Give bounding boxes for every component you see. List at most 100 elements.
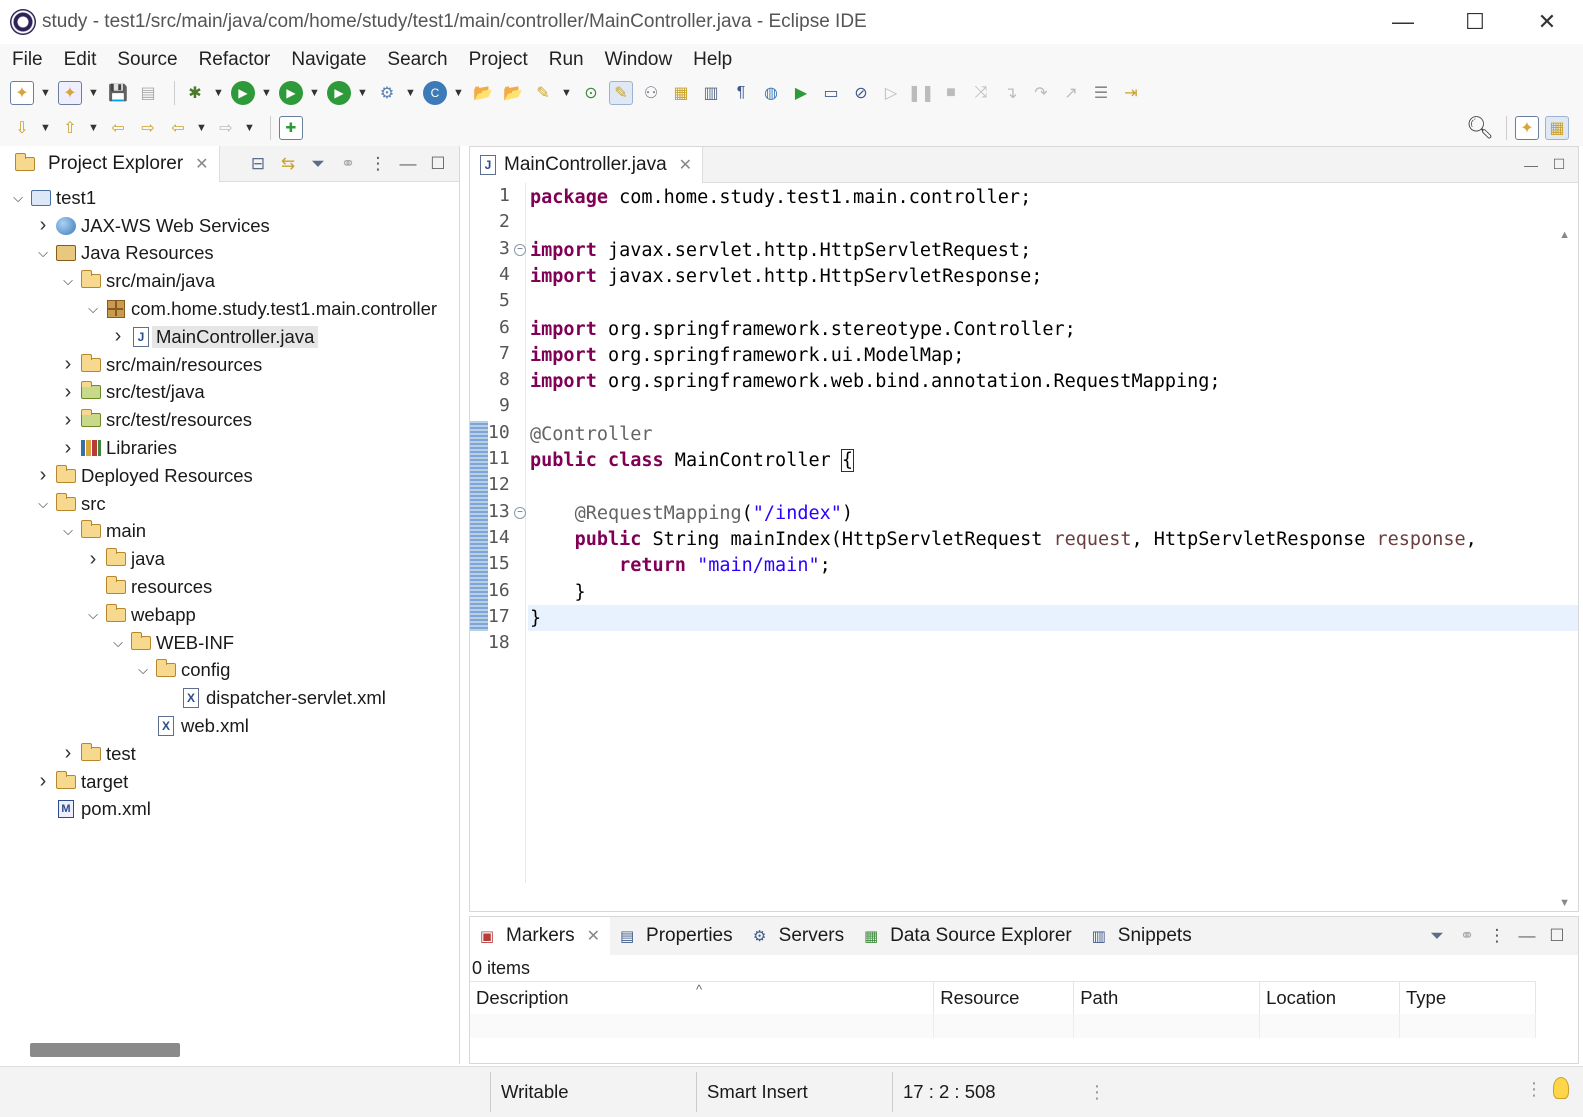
tree-item[interactable]: Xweb.xml <box>2 712 459 740</box>
link-with-editor-icon[interactable]: ⇆ <box>277 153 299 175</box>
menu-help[interactable]: Help <box>693 49 743 71</box>
open-perspective-icon[interactable]: ✦ <box>1515 116 1539 140</box>
close-icon[interactable]: ✕ <box>195 154 208 174</box>
tree-item[interactable]: ⌵ src <box>2 490 459 518</box>
column-resource[interactable]: Resource <box>933 981 1075 1014</box>
search-tool-dropdown-icon[interactable]: ▼ <box>561 87 572 99</box>
view-menu-icon[interactable]: ⋮ <box>1486 925 1508 947</box>
column-location[interactable]: Location <box>1259 981 1401 1014</box>
chevron-right-icon[interactable]: › <box>58 742 78 765</box>
tab-main-controller[interactable]: J MainController.java ✕ <box>470 146 704 183</box>
new-server-dropdown-icon[interactable]: ▼ <box>405 87 416 99</box>
fold-collapse-icon[interactable]: − <box>514 506 526 519</box>
new-icon[interactable]: ✦ <box>10 81 34 105</box>
chevron-down-icon[interactable]: ⌵ <box>33 496 53 512</box>
toggle-breadcrumb-icon[interactable]: ⊙ <box>579 81 603 105</box>
previous-annotation-dropdown-icon[interactable]: ▼ <box>88 122 99 134</box>
forward-icon[interactable]: ⇨ <box>214 116 238 140</box>
next-annotation-icon[interactable]: ⇩ <box>10 116 34 140</box>
filter-icon[interactable]: ⏷ <box>1426 925 1448 947</box>
last-edit-location-icon[interactable]: ⇦ <box>106 116 130 140</box>
tree-item[interactable]: Mpom.xml <box>2 796 459 824</box>
tree-item[interactable]: › src/test/resources <box>2 406 459 434</box>
menu-navigate[interactable]: Navigate <box>291 49 377 71</box>
tree-item[interactable]: ⌵ Java Resources <box>2 240 459 268</box>
tab-properties[interactable]: ▤ Properties <box>610 917 743 955</box>
maximize-button[interactable]: ☐ <box>1439 0 1511 44</box>
tree-item[interactable]: resources <box>2 573 459 601</box>
tree-item[interactable]: › Deployed Resources <box>2 462 459 490</box>
tree-item[interactable]: ⌵ config <box>2 657 459 685</box>
chevron-right-icon[interactable]: › <box>108 325 128 348</box>
drop-to-frame-icon[interactable]: ☰ <box>1089 81 1113 105</box>
chevron-right-icon[interactable]: › <box>58 437 78 460</box>
chevron-down-icon[interactable]: ⌵ <box>83 301 103 317</box>
tree-item[interactable]: Xdispatcher-servlet.xml <box>2 684 459 712</box>
pin-editor-icon[interactable]: ✚ <box>279 116 303 140</box>
chevron-down-icon[interactable]: ⌵ <box>133 662 153 678</box>
chevron-right-icon[interactable]: › <box>33 464 53 487</box>
tab-project-explorer[interactable]: Project Explorer ✕ <box>2 145 220 182</box>
step-over-icon[interactable]: ↷ <box>1029 81 1053 105</box>
tree-item[interactable]: › Libraries <box>2 434 459 462</box>
new-server-icon[interactable]: ⚙ <box>375 81 399 105</box>
menu-refactor[interactable]: Refactor <box>199 49 282 71</box>
step-into-icon[interactable]: ↴ <box>999 81 1023 105</box>
tab-servers[interactable]: ⚙ Servers <box>743 917 854 955</box>
tree-item[interactable]: ⌵ src/main/java <box>2 267 459 295</box>
globe-icon[interactable]: ◍ <box>759 81 783 105</box>
suspend-icon[interactable]: ❚❚ <box>908 81 935 105</box>
tab-markers[interactable]: ▣ Markers ✕ <box>470 917 611 955</box>
previous-annotation-icon[interactable]: ⇧ <box>58 116 82 140</box>
minimize-view-icon[interactable]: — <box>1522 156 1540 174</box>
new-class-dropdown-icon[interactable]: ▼ <box>453 87 464 99</box>
tree-item[interactable]: › target <box>2 768 459 796</box>
code-line[interactable]: @RequestMapping("/index") <box>530 501 853 527</box>
minimize-view-icon[interactable]: — <box>397 153 419 175</box>
use-step-filters-icon[interactable]: ⇥ <box>1119 81 1143 105</box>
chevron-down-icon[interactable]: ⌵ <box>8 190 28 206</box>
view-menu-icon[interactable]: ⋮ <box>367 153 389 175</box>
block-selection-icon[interactable]: ⚇ <box>639 81 663 105</box>
tree-item[interactable]: ⌵ webapp <box>2 601 459 629</box>
code-line[interactable]: return "main/main"; <box>530 553 831 579</box>
debug-icon[interactable]: ✱ <box>183 81 207 105</box>
filter-icon[interactable]: ⏷ <box>307 153 329 175</box>
chevron-right-icon[interactable]: › <box>33 214 53 237</box>
column-type[interactable]: Type <box>1399 981 1536 1014</box>
code-text[interactable]: package com.home.study.test1.main.contro… <box>530 183 1570 883</box>
horizontal-scrollbar[interactable] <box>30 1043 180 1057</box>
tree-item[interactable]: ⌵ test1 <box>2 184 459 212</box>
chevron-right-icon[interactable]: › <box>83 548 103 571</box>
maximize-view-icon[interactable]: ☐ <box>1546 925 1568 947</box>
step-return-icon[interactable]: ↗ <box>1059 81 1083 105</box>
collapse-all-icon[interactable]: ⊟ <box>247 153 269 175</box>
focus-icon[interactable]: ⚭ <box>337 153 359 175</box>
tree-item[interactable]: › java <box>2 545 459 573</box>
tree-item[interactable]: ⌵ main <box>2 518 459 546</box>
maximize-view-icon[interactable]: ☐ <box>427 153 449 175</box>
code-line[interactable]: import javax.servlet.http.HttpServletRes… <box>530 264 1042 290</box>
coverage-dropdown-icon[interactable]: ▼ <box>309 87 320 99</box>
chevron-right-icon[interactable]: › <box>58 381 78 404</box>
save-icon[interactable]: 💾 <box>106 81 130 105</box>
new-project-dropdown-icon[interactable]: ▼ <box>88 87 99 99</box>
menu-edit[interactable]: Edit <box>64 49 108 71</box>
code-line[interactable]: public class MainController { <box>530 448 855 474</box>
skip-breakpoints-icon[interactable]: ⊘ <box>849 81 873 105</box>
menu-search[interactable]: Search <box>387 49 458 71</box>
code-area[interactable]: 1 2 3−4 5 6 7 8 9 10 11 12 13−14 15 16 17 18 package co… <box>470 183 1578 936</box>
chevron-down-icon[interactable]: ⌵ <box>58 523 78 539</box>
code-line[interactable]: package com.home.study.test1.main.contro… <box>530 185 1031 211</box>
tree-item[interactable]: › src/main/resources <box>2 351 459 379</box>
back-dropdown-icon[interactable]: ▼ <box>196 122 207 134</box>
menu-source[interactable]: Source <box>117 49 188 71</box>
minimize-button[interactable]: — <box>1367 0 1439 44</box>
chevron-down-icon[interactable]: ⌵ <box>58 273 78 289</box>
coverage-icon[interactable]: ▶ <box>279 81 303 105</box>
menu-project[interactable]: Project <box>469 49 539 71</box>
close-icon[interactable]: ✕ <box>679 155 692 175</box>
code-line[interactable]: import org.springframework.ui.ModelMap; <box>530 343 964 369</box>
tab-snippets[interactable]: ▥ Snippets <box>1082 917 1202 955</box>
search-tool-icon[interactable]: ✎ <box>531 81 555 105</box>
